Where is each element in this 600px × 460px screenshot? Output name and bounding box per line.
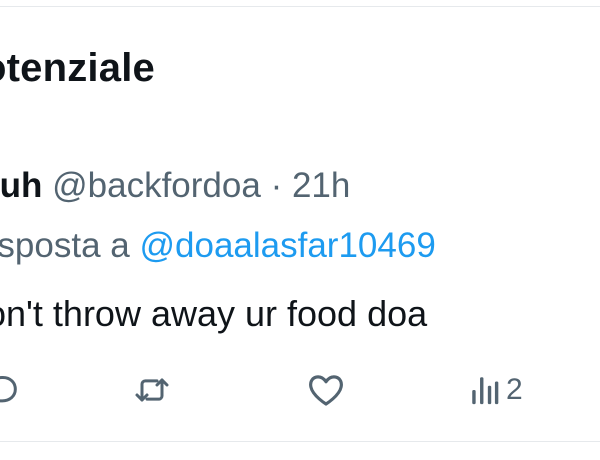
reply-context: risposta a @doaalasfar10469 — [0, 224, 436, 268]
author-display-name[interactable]: ruh — [0, 166, 42, 205]
author-handle[interactable]: @backfordoa — [52, 166, 261, 205]
retweet-button[interactable] — [132, 368, 172, 412]
header-separator: · — [270, 166, 283, 205]
reply-prefix: risposta a — [0, 226, 130, 265]
tweet-screenshot: otenziale ruh @backfordoa · 21h risposta… — [0, 0, 600, 460]
retweet-icon — [132, 370, 172, 410]
section-title: otenziale — [0, 46, 155, 90]
reply-button[interactable] — [0, 368, 22, 412]
like-button[interactable] — [305, 368, 347, 412]
views-icon — [470, 373, 500, 407]
bottom-divider — [0, 441, 600, 442]
reply-icon — [0, 370, 22, 410]
views-count: 2 — [506, 373, 523, 406]
top-divider — [0, 6, 600, 7]
tweet-text: on't throw away ur food doa — [0, 293, 428, 334]
tweet-timestamp[interactable]: 21h — [292, 166, 350, 205]
tweet-header: ruh @backfordoa · 21h — [0, 164, 350, 208]
heart-icon — [305, 369, 347, 411]
reply-mention-link[interactable]: @doaalasfar10469 — [139, 226, 435, 265]
views-button[interactable]: 2 — [470, 368, 523, 412]
